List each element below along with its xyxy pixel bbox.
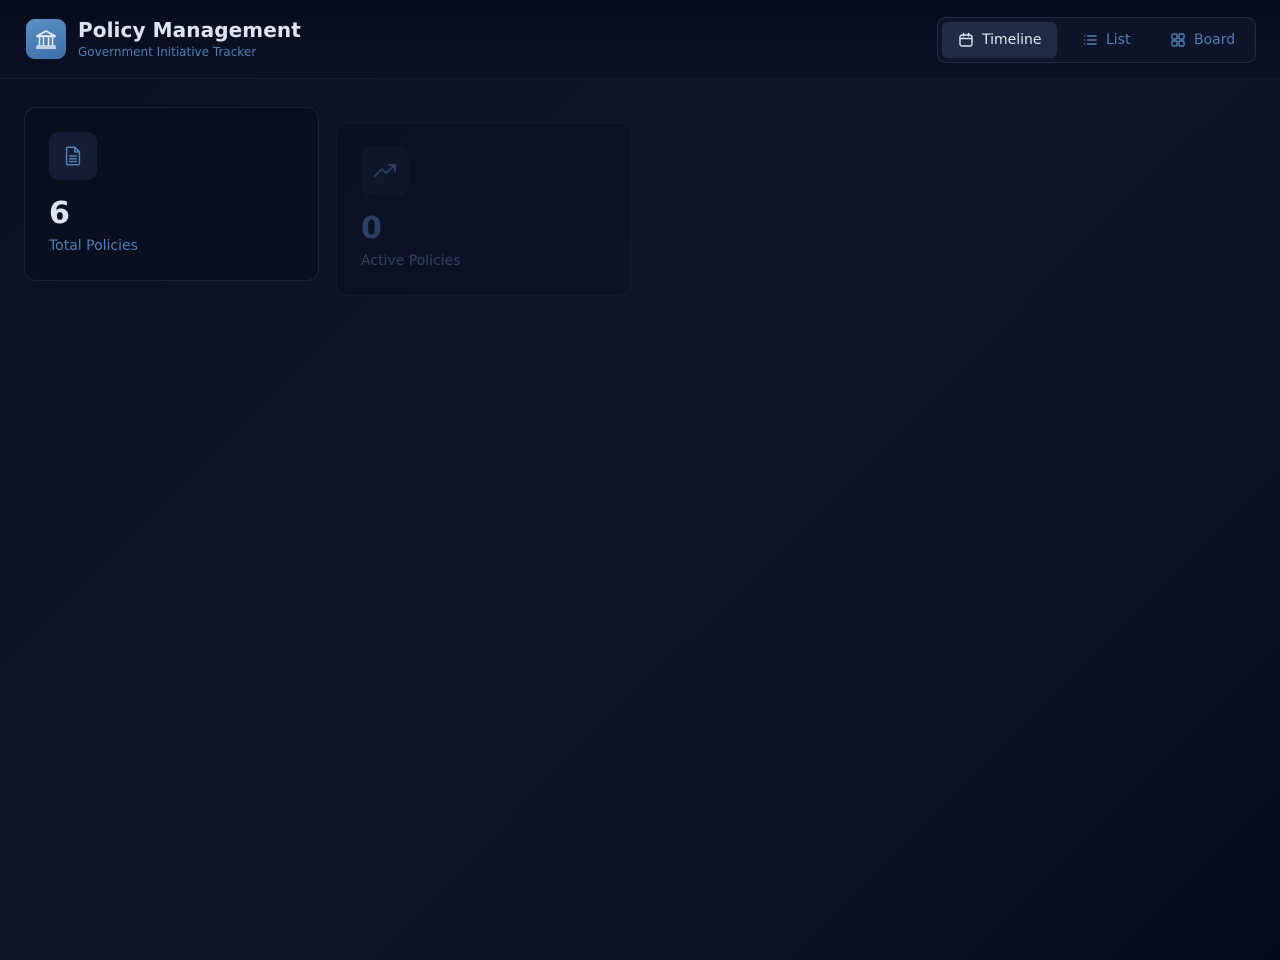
app-subtitle: Government Initiative Tracker: [78, 45, 257, 59]
government-building-icon: [26, 19, 66, 59]
timeline-view-label: Timeline: [982, 32, 1042, 48]
app-header: Policy Management Government Initiative …: [0, 0, 1280, 79]
calendar-icon: [958, 32, 974, 48]
app-title: Policy Management: [78, 18, 301, 42]
view-switcher: Timeline List Board: [937, 17, 1256, 63]
total-policies-card: 6 Total Policies: [24, 107, 319, 281]
total-policies-value: 6: [49, 196, 70, 231]
list-view-label: List: [1106, 32, 1131, 48]
active-policies-card: 0 Active Policies: [336, 122, 631, 296]
trending-up-icon: [361, 147, 409, 195]
list-icon: [1082, 32, 1098, 48]
grid-icon: [1170, 32, 1186, 48]
active-policies-label: Active Policies: [361, 253, 461, 269]
document-icon: [49, 132, 97, 180]
active-policies-value: 0: [361, 211, 382, 246]
timeline-view-button[interactable]: Timeline: [942, 22, 1057, 58]
list-view-button[interactable]: List: [1070, 22, 1140, 58]
board-view-button[interactable]: Board: [1156, 22, 1246, 58]
total-policies-label: Total Policies: [49, 238, 138, 254]
board-view-label: Board: [1194, 32, 1236, 48]
